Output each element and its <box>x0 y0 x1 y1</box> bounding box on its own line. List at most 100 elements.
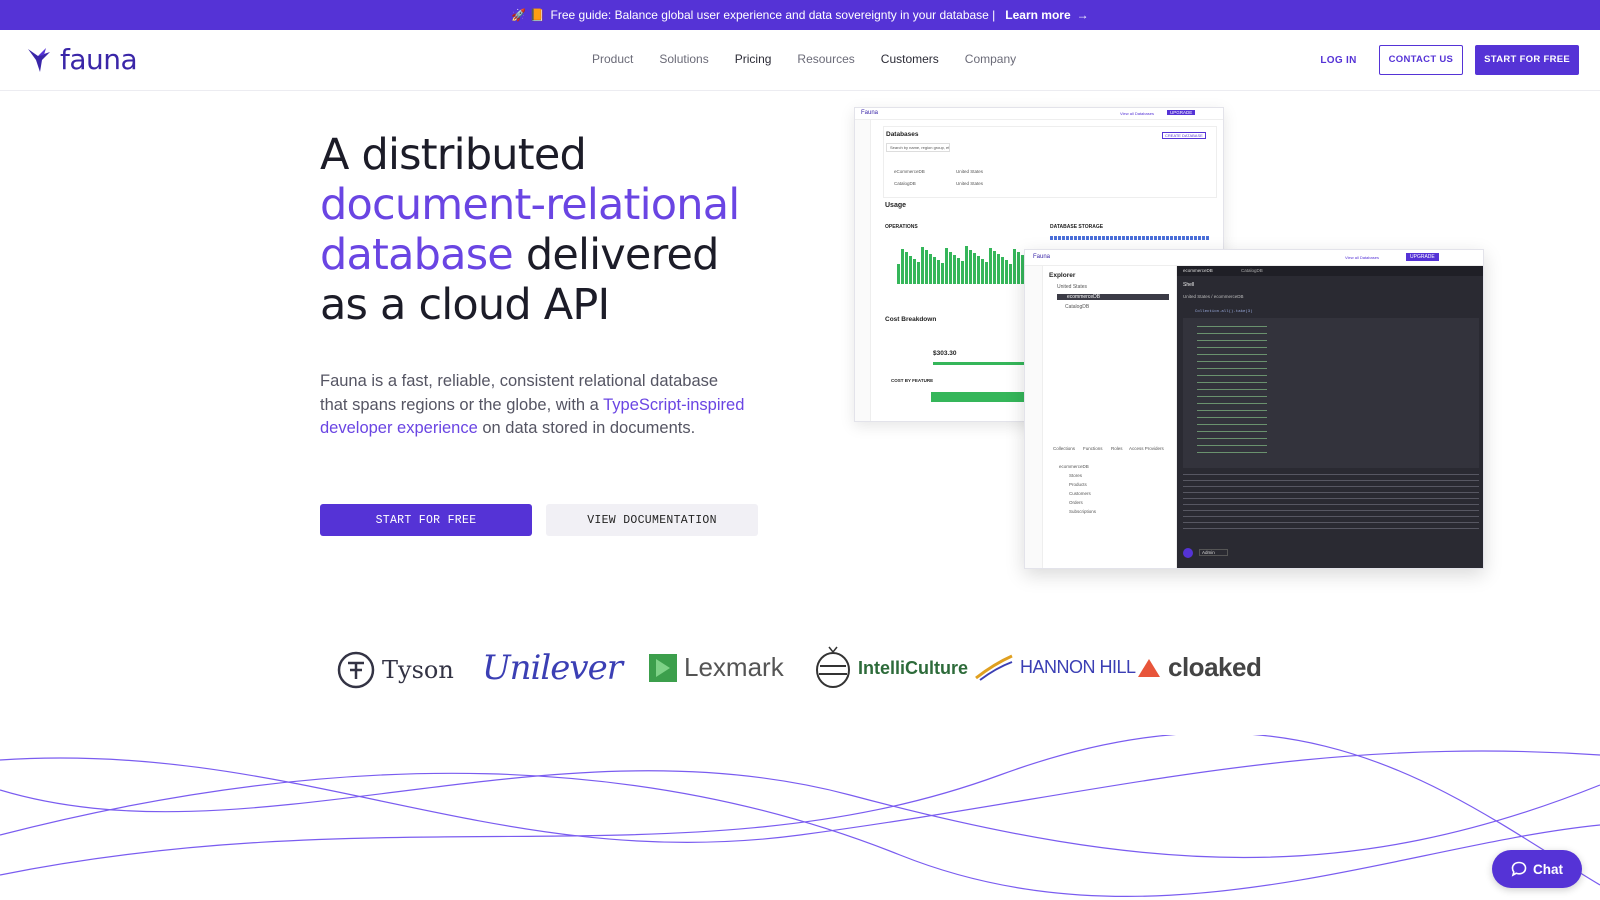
chat-button[interactable]: Chat <box>1492 850 1582 888</box>
create-database-button[interactable]: CREATE DATABASE <box>1162 132 1206 139</box>
hero-title-line2: delivered <box>512 230 720 280</box>
operations-bar <box>945 248 948 284</box>
view-documentation-button[interactable]: VIEW DOCUMENTATION <box>546 504 758 536</box>
operations-bar <box>1001 257 1004 284</box>
explorer-db-catalog[interactable]: CatalogDB <box>1065 304 1089 310</box>
tab-functions[interactable]: Functions <box>1083 446 1103 451</box>
shell-breadcrumb: United States / ecommerceDB <box>1183 294 1244 299</box>
operations-bar <box>925 250 928 284</box>
intelliculture-wordmark: IntelliCulture <box>858 657 969 678</box>
hero-title-line3: as a cloud API <box>320 280 610 330</box>
nav-pricing[interactable]: Pricing <box>735 52 772 66</box>
tyson-emblem-icon <box>337 651 375 689</box>
operations-bar <box>965 246 968 284</box>
learn-more-link[interactable]: Learn more <box>1005 8 1070 22</box>
operations-bar <box>1009 263 1012 284</box>
operations-bar <box>917 262 920 284</box>
db-row-ecommerce-region: United States <box>956 169 984 174</box>
operations-bar <box>973 252 976 284</box>
nav-company[interactable]: Company <box>965 52 1016 66</box>
collection-customers[interactable]: Customers <box>1069 491 1091 496</box>
operations-bar <box>913 258 916 284</box>
shell-tab-catalog[interactable]: CatalogDB <box>1241 268 1263 273</box>
tab-access-providers[interactable]: Access Providers <box>1129 446 1164 451</box>
db-row-catalog[interactable]: CatalogDB <box>894 181 916 186</box>
operations-bar <box>985 262 988 284</box>
dashboard-topbar: Fauna View all Databases UPGRADE <box>855 108 1223 120</box>
explorer-panel: Explorer United States ecommerceDB Catal… <box>1043 266 1177 568</box>
arrow-right-icon: → <box>1076 8 1089 22</box>
announcement-text: Free guide: Balance global user experien… <box>550 8 996 22</box>
cost-breakdown-title: Cost Breakdown <box>885 316 937 323</box>
operations-bar <box>909 255 912 284</box>
unilever-wordmark: Unilever <box>482 648 623 688</box>
nav-customers[interactable]: Customers <box>881 52 939 66</box>
explorer-screenshot: Fauna View all Databases UPGRADE Explore… <box>1024 249 1484 569</box>
operations-bar <box>933 256 936 284</box>
tyson-wordmark: Tyson <box>382 656 454 684</box>
operations-bar <box>1017 252 1020 284</box>
role-select[interactable]: Admin <box>1199 549 1228 556</box>
operations-bar <box>953 254 956 284</box>
hero-desc-part2: on data stored in documents. <box>477 419 696 437</box>
shell-query: Collection.all().take(3) <box>1195 310 1253 314</box>
shell-result-lines <box>1197 326 1267 456</box>
tab-collections[interactable]: Collections <box>1053 446 1075 451</box>
databases-search[interactable]: Search by name, region group, etc <box>886 143 950 152</box>
operations-bar <box>981 259 984 284</box>
operations-bar <box>921 247 924 284</box>
db-row-ecommerce[interactable]: eCommerceDB <box>894 169 925 174</box>
operations-bar <box>957 258 960 284</box>
explorer-db-ecommerce[interactable]: ecommerceDB <box>1057 294 1169 300</box>
shell-result <box>1183 318 1479 468</box>
logo-intelliculture: IntelliCulture <box>814 646 968 690</box>
explorer-upgrade-button[interactable]: UPGRADE <box>1406 253 1439 261</box>
databases-card: Databases Search by name, region group, … <box>883 126 1217 198</box>
nav-resources[interactable]: Resources <box>797 52 854 66</box>
explorer-topbar: Fauna View all Databases UPGRADE <box>1025 250 1483 266</box>
shell-tabs: ecommerceDB CatalogDB <box>1177 266 1483 276</box>
cloaked-wordmark: cloaked <box>1168 652 1262 682</box>
cost-value: $303.30 <box>933 350 957 357</box>
database-storage-label: DATABASE STORAGE <box>1050 224 1104 230</box>
cost-by-feature-label: COST BY FEATURE <box>891 378 934 383</box>
operations-bar <box>989 247 992 284</box>
start-for-free-header-button[interactable]: START FOR FREE <box>1475 45 1579 75</box>
collection-orders[interactable]: Orders <box>1069 500 1083 505</box>
storage-chart <box>1050 236 1210 240</box>
logo-unilever: Unilever <box>482 648 623 688</box>
operations-bar <box>993 250 996 284</box>
fauna-logo[interactable]: fauna <box>26 43 138 76</box>
nav-product[interactable]: Product <box>592 52 633 66</box>
logo-tyson: Tyson <box>336 650 454 690</box>
collection-subscriptions[interactable]: Subscriptions <box>1069 509 1096 514</box>
dashboard-upgrade-button[interactable]: UPGRADE <box>1167 110 1196 115</box>
usage-title: Usage <box>885 202 907 209</box>
tab-roles[interactable]: Roles <box>1111 446 1123 451</box>
login-link[interactable]: LOG IN <box>1320 55 1356 66</box>
view-all-databases-link[interactable]: View all Databases <box>1120 111 1154 116</box>
cloaked-icon <box>1138 658 1160 677</box>
start-for-free-button[interactable]: START FOR FREE <box>320 504 532 536</box>
operations-bar <box>1005 260 1008 284</box>
operations-bar <box>941 263 944 284</box>
collection-products[interactable]: Products <box>1069 482 1087 487</box>
chat-bubble-icon <box>1511 861 1527 877</box>
operations-bar <box>929 253 932 284</box>
announcement-bar[interactable]: 🚀 📙 Free guide: Balance global user expe… <box>0 0 1600 30</box>
collection-stores[interactable]: Stores <box>1069 473 1082 478</box>
announcement-emoji: 🚀 📙 <box>511 8 545 22</box>
operations-bar <box>1013 248 1016 284</box>
run-icon[interactable] <box>1183 548 1193 558</box>
shell-autocomplete <box>1183 474 1479 529</box>
explorer-region[interactable]: United States <box>1057 284 1087 290</box>
operations-bar <box>961 261 964 284</box>
hero-description: Fauna is a fast, reliable, consistent re… <box>320 370 745 441</box>
nav-solutions[interactable]: Solutions <box>659 52 708 66</box>
collections-db[interactable]: ecommerceDB <box>1059 464 1089 469</box>
dashboard-sidebar <box>855 120 871 421</box>
shell-tab-ecommerce[interactable]: ecommerceDB <box>1183 268 1213 273</box>
explorer-view-all-link[interactable]: View all Databases <box>1345 255 1379 260</box>
contact-us-button[interactable]: CONTACT US <box>1378 45 1464 75</box>
databases-title: Databases <box>886 131 919 138</box>
